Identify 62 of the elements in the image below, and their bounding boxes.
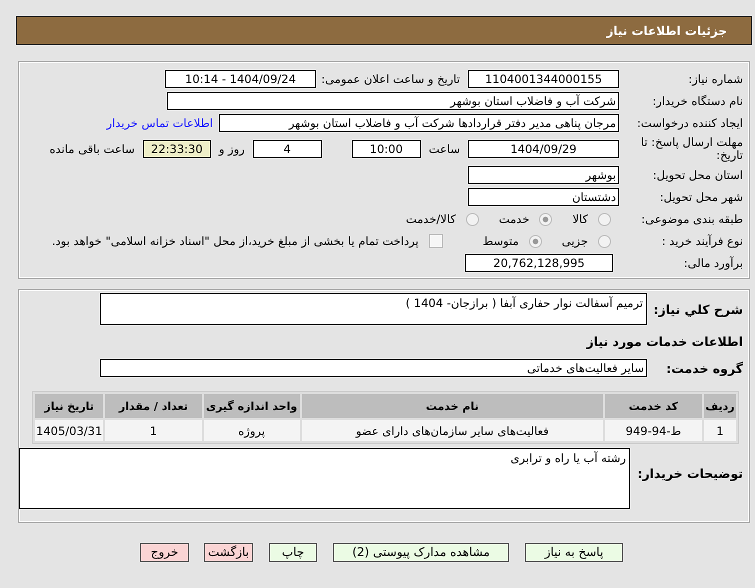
field-label: توضیحات خریدار: xyxy=(636,465,743,482)
column-header: تعداد / مقدار xyxy=(105,394,202,418)
field-label: ساعت xyxy=(428,142,460,156)
checkbox[interactable] xyxy=(428,234,443,248)
table-cell: 1 xyxy=(704,420,736,441)
field-label: برآورد مالی: xyxy=(682,256,743,270)
field-label: مهلت ارسال پاسخ: تا تاریخ: xyxy=(640,136,743,162)
radio-label: جزیی xyxy=(562,234,588,248)
radio-label: کالا/خدمت xyxy=(406,212,456,226)
column-header: واحد اندازه گیری xyxy=(204,394,300,418)
table-cell: ط-94-949 xyxy=(604,420,702,441)
contact-link[interactable]: اطلاعات تماس خریدار xyxy=(106,116,213,130)
radio-button[interactable] xyxy=(539,212,552,226)
field-label: استان محل تحویل: xyxy=(652,168,743,182)
field-label: طبقه بندی موضوعی: xyxy=(640,212,743,226)
radio-label: کالا xyxy=(572,212,588,226)
action-button[interactable]: مشاهده مدارک پیوستی (2) xyxy=(333,543,509,562)
deadline-time-field: 10:00 xyxy=(352,140,421,158)
service-group-field: سایر فعالیت‌های خدماتی xyxy=(100,359,647,377)
need-number-field: 1104001344000155 xyxy=(468,70,619,88)
remaining-time-field: 22:33:30 xyxy=(142,140,211,158)
radio-button[interactable] xyxy=(598,212,611,226)
city-field: دشتستان xyxy=(468,188,619,206)
buyer-notes-field: رشته آب یا راه و ترابری xyxy=(19,448,630,509)
field-label: شماره نیاز: xyxy=(687,72,743,86)
table-cell: 1405/03/31 xyxy=(35,420,104,441)
creator-field: مرجان پناهی مدیر دفتر قراردادها شرکت آب و فاضلاب استان بوشهر xyxy=(219,114,619,132)
field-label: شهر محل تحویل: xyxy=(658,190,743,204)
radio-button[interactable] xyxy=(598,234,611,248)
table-cell: پروژه xyxy=(204,420,300,441)
estimate-field: 20,762,128,995 xyxy=(465,254,613,272)
days-field: 4 xyxy=(252,140,322,158)
radio-button[interactable] xyxy=(466,212,479,226)
column-header: نام خدمت xyxy=(302,394,603,418)
column-header: تاریخ نیاز xyxy=(35,394,104,418)
announce-date-field: 1404/09/24 - 10:14 xyxy=(165,70,316,88)
field-label: نوع فرآیند خرید : xyxy=(660,234,743,248)
field-label: تاریخ و ساعت اعلان عمومی: xyxy=(320,72,460,86)
page-title: جزئیات اطلاعات نیاز xyxy=(606,24,727,38)
section-heading: اطلاعات خدمات مورد نیاز xyxy=(585,333,744,351)
action-button[interactable]: بازگشت xyxy=(204,543,253,562)
action-button[interactable]: پاسخ به نیاز xyxy=(525,543,623,562)
description-field: ترمیم آسفالت نوار حفاری آبفا ( برازجان- 1404 ) xyxy=(100,293,647,325)
province-field: بوشهر xyxy=(468,166,619,184)
field-label: نام دستگاه خریدار: xyxy=(651,94,743,108)
table-cell: 1 xyxy=(105,420,202,441)
column-header: کد خدمت xyxy=(604,394,702,418)
field-label: شرح کلي نیاز: xyxy=(652,302,743,316)
field-label: گروه خدمت: xyxy=(665,360,743,376)
radio-label: خدمت xyxy=(498,212,530,226)
field-label: روز و xyxy=(218,142,245,156)
field-label: ایجاد کننده درخواست: xyxy=(636,116,743,130)
action-button[interactable]: خروج xyxy=(140,543,189,562)
column-header: ردیف xyxy=(704,394,736,418)
deadline-date-field: 1404/09/29 xyxy=(468,140,619,158)
buyer-field: شرکت آب و فاضلاب استان بوشهر xyxy=(167,92,619,110)
action-button[interactable]: چاپ xyxy=(269,543,317,562)
checkbox-label: پرداخت تمام یا بخشی از مبلغ خرید،از محل "اسناد خزانه اسلامی" خواهد بود. xyxy=(52,234,419,248)
table-cell: فعالیت‌های سایر سازمان‌های دارای عضو xyxy=(302,420,603,441)
radio-label: متوسط xyxy=(482,234,519,248)
radio-button[interactable] xyxy=(528,234,542,248)
field-label: ساعت باقی مانده xyxy=(50,142,135,156)
